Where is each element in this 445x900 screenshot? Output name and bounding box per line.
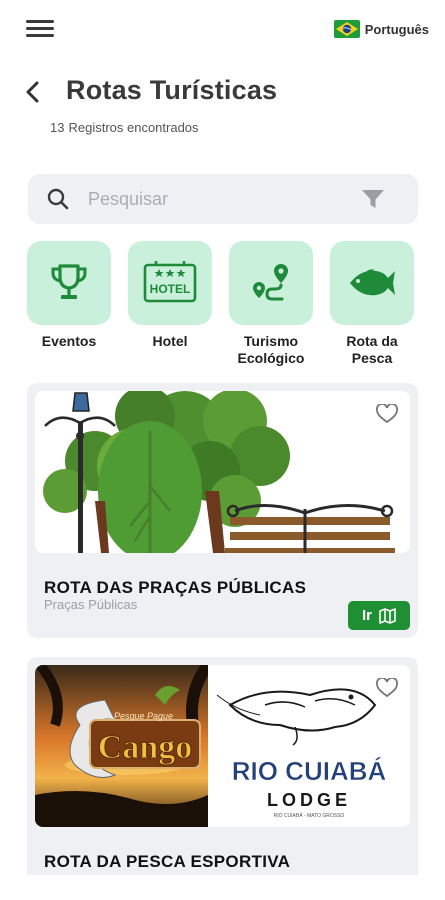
page-header: Rotas Turísticas 13 Registros encontrados [0,70,445,140]
category-turismo-ecologico[interactable]: Turismo Ecológico [229,241,313,367]
category-label: Hotel [152,333,188,349]
filter-icon[interactable] [361,189,385,210]
hotel-sign-icon: HOTEL [143,261,197,303]
top-bar: Português [0,0,445,60]
route-card[interactable]: Pesque Pague Cango RIO CUIABÁ LODGE RIO … [27,657,418,887]
category-label: Turismo Ecológico [237,333,305,366]
route-subtitle: Praças Públicas [44,597,138,612]
category-eventos[interactable]: Eventos [27,241,111,350]
map-icon [379,607,396,624]
bottom-edge [0,875,445,900]
records-found: 13 Registros encontrados [50,120,199,135]
search-icon[interactable] [47,188,69,210]
route-map-icon [253,264,288,301]
language-label: Português [364,21,429,37]
go-button[interactable]: Ir [348,601,410,630]
route-card[interactable]: ROTA DAS PRAÇAS PÚBLICAS Praças Públicas… [27,383,418,638]
heart-icon[interactable] [372,399,402,429]
category-hotel[interactable]: HOTEL Hotel [128,241,212,350]
chevron-left-icon[interactable] [22,78,44,106]
trophy-icon [51,264,87,299]
category-list: Eventos HOTEL Hotel Turismo Ecológico Ro… [27,241,417,371]
hotel-sign-text: HOTEL [150,282,191,296]
category-tile[interactable] [27,241,111,325]
logo-left-top: Pesque Pague [114,711,173,721]
fish-icon [350,269,395,296]
category-label: Eventos [41,333,97,349]
search-bar [28,174,418,224]
language-selector[interactable]: Português [333,19,429,39]
category-tile[interactable]: HOTEL [128,241,212,325]
logo-right-main: RIO CUIABÁ [232,756,387,786]
go-button-label: Ir [361,607,372,624]
logo-right-sub: LODGE [267,790,351,810]
logo-left-main: Cango [98,729,192,766]
heart-icon[interactable] [372,673,402,703]
page-title: Rotas Turísticas [66,75,278,105]
logo-right-tagline: RIO CUIABÁ - MATO GROSSO [274,812,345,819]
category-tile[interactable] [330,241,414,325]
records-label: Registros encontrados [68,120,199,135]
category-label: Rota da Pesca [346,333,398,366]
route-card-image [35,391,410,553]
route-title: ROTA DAS PRAÇAS PÚBLICAS [44,578,307,597]
brazil-flag-icon [333,20,360,38]
category-tile[interactable] [229,241,313,325]
hamburger-menu-icon[interactable] [26,18,54,40]
search-input[interactable] [88,184,348,214]
category-rota-da-pesca[interactable]: Rota da Pesca [330,241,414,367]
records-count: 13 [50,120,65,135]
route-title: ROTA DA PESCA ESPORTIVA [44,852,291,871]
route-card-image: Pesque Pague Cango RIO CUIABÁ LODGE RIO … [35,665,410,827]
